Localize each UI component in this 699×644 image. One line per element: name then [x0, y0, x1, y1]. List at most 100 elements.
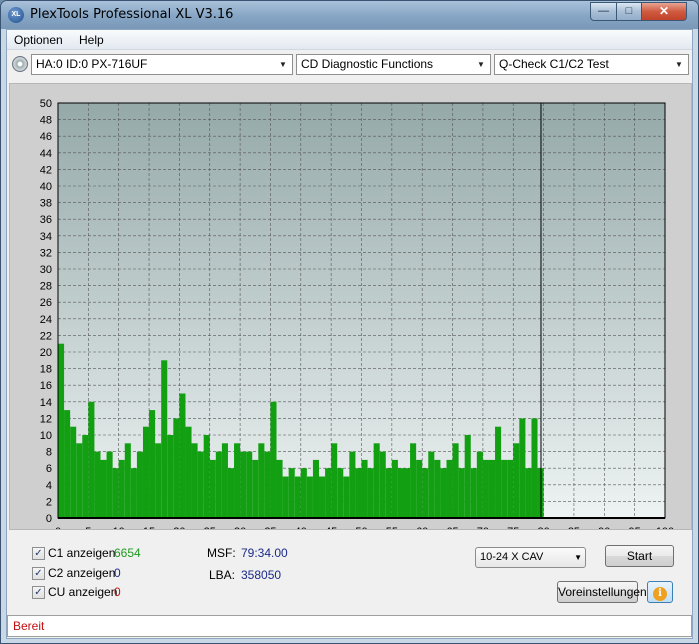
c1-bar: [270, 401, 277, 518]
y-tick-label: 26: [40, 297, 52, 309]
maximize-button[interactable]: □: [616, 2, 642, 21]
c1-bar: [234, 443, 241, 518]
y-tick-label: 18: [40, 364, 52, 376]
c1-bar: [227, 468, 235, 518]
c1-bar: [343, 476, 350, 518]
speed-select-value: 10-24 X CAV: [480, 551, 544, 563]
c1-checkbox[interactable]: ✓: [32, 547, 45, 560]
c1-bar: [446, 459, 453, 518]
c1-bar: [88, 401, 95, 518]
chevron-down-icon: ▼: [477, 60, 485, 69]
x-tick-label: 5: [85, 526, 91, 529]
c1-bar: [422, 468, 429, 518]
c1-bar: [361, 459, 368, 518]
cu-checkbox[interactable]: ✓: [32, 586, 45, 599]
cu-count: 0: [114, 585, 121, 599]
y-tick-label: 28: [40, 281, 52, 293]
c1-bar: [397, 468, 404, 518]
c1-bar: [488, 459, 496, 518]
c2-checkbox[interactable]: ✓: [32, 567, 45, 580]
function-select-value: CD Diagnostic Functions: [301, 57, 434, 71]
c1-bar: [495, 426, 502, 518]
c1-bar: [519, 418, 526, 518]
minimize-button[interactable]: —: [590, 2, 617, 21]
c1-bar: [319, 476, 326, 518]
c1-bar: [464, 435, 471, 518]
window-title: PlexTools Professional XL V3.16: [30, 7, 234, 22]
x-tick-label: 15: [143, 526, 155, 529]
c1-bar: [355, 468, 362, 518]
c1-bar: [124, 443, 131, 518]
x-tick-label: 0: [55, 526, 61, 529]
x-tick-label: 60: [416, 526, 428, 529]
c1-bar: [70, 426, 77, 518]
drive-select-value: HA:0 ID:0 PX-716UF: [36, 57, 148, 71]
c1-bar: [312, 459, 320, 518]
c1-bar: [155, 443, 162, 518]
c1-bar: [197, 451, 204, 518]
toolbar: HA:0 ID:0 PX-716UF ▼ CD Diagnostic Funct…: [7, 51, 692, 79]
y-tick-label: 22: [40, 330, 52, 342]
c1-bar: [513, 443, 520, 518]
x-tick-label: 50: [355, 526, 367, 529]
c1-bar: [142, 426, 150, 518]
x-tick-label: 70: [477, 526, 489, 529]
x-tick-label: 20: [173, 526, 185, 529]
preferences-button[interactable]: Voreinstellungen: [557, 581, 647, 603]
c1-bar: [149, 410, 156, 518]
function-select[interactable]: CD Diagnostic Functions ▼: [296, 54, 491, 75]
x-tick-label: 30: [234, 526, 246, 529]
c1-bar: [173, 418, 180, 518]
start-button[interactable]: Start: [605, 545, 674, 567]
close-button[interactable]: ✕: [641, 2, 687, 21]
drive-select[interactable]: HA:0 ID:0 PX-716UF ▼: [31, 54, 293, 75]
c1-bar: [367, 468, 374, 518]
c1-bar: [525, 468, 532, 518]
cu-label: CU anzeigen: [48, 585, 118, 599]
menu-help[interactable]: Help: [79, 33, 104, 47]
x-tick-label: 25: [204, 526, 216, 529]
c1-bar: [373, 443, 380, 518]
c1-bar: [94, 451, 101, 518]
msf-label: MSF:: [207, 546, 236, 560]
lba-value: 358050: [241, 568, 282, 582]
c1-bar: [434, 459, 441, 518]
c1-bar: [501, 459, 508, 518]
c1-bar: [458, 468, 465, 518]
c1-bar: [130, 468, 137, 518]
msf-value: 79:34.00: [241, 546, 288, 560]
y-tick-label: 6: [46, 463, 52, 475]
x-tick-label: 55: [386, 526, 398, 529]
menu-optionen[interactable]: Optionen: [14, 33, 63, 47]
c1-bar: [264, 451, 271, 518]
lba-label: LBA:: [209, 568, 236, 582]
speed-select[interactable]: 10-24 X CAV ▼: [475, 547, 586, 568]
info-button[interactable]: i: [647, 581, 673, 603]
c1-bar: [167, 435, 174, 518]
y-tick-label: 4: [46, 480, 52, 492]
c1-bar: [385, 468, 392, 518]
c1-bar: [118, 459, 125, 518]
c1-bar: [64, 410, 71, 518]
c1-bar: [215, 451, 222, 518]
c1-label: C1 anzeigen: [48, 546, 116, 560]
c1-bar: [337, 468, 344, 518]
c2-label: C2 anzeigen: [48, 566, 116, 580]
c1-bar: [252, 459, 259, 518]
y-tick-label: 40: [40, 181, 52, 193]
x-tick-label: 100: [656, 526, 674, 529]
app-logo-icon: XL: [8, 7, 24, 23]
app-window: XL PlexTools Professional XL V3.16 — □ ✕…: [0, 0, 699, 644]
c1-bar: [179, 393, 186, 518]
c1-bar: [276, 459, 283, 518]
y-tick-label: 10: [40, 430, 52, 442]
y-tick-label: 34: [40, 231, 52, 243]
c1-bar: [246, 451, 253, 518]
title-bar[interactable]: XL PlexTools Professional XL V3.16 — □ ✕: [1, 1, 698, 29]
y-tick-label: 20: [40, 347, 52, 359]
c1-bar: [476, 451, 483, 518]
c1-bar: [82, 435, 89, 518]
test-select[interactable]: Q-Check C1/C2 Test ▼: [494, 54, 689, 75]
chevron-down-icon: ▼: [279, 60, 287, 69]
y-tick-label: 50: [40, 98, 52, 110]
